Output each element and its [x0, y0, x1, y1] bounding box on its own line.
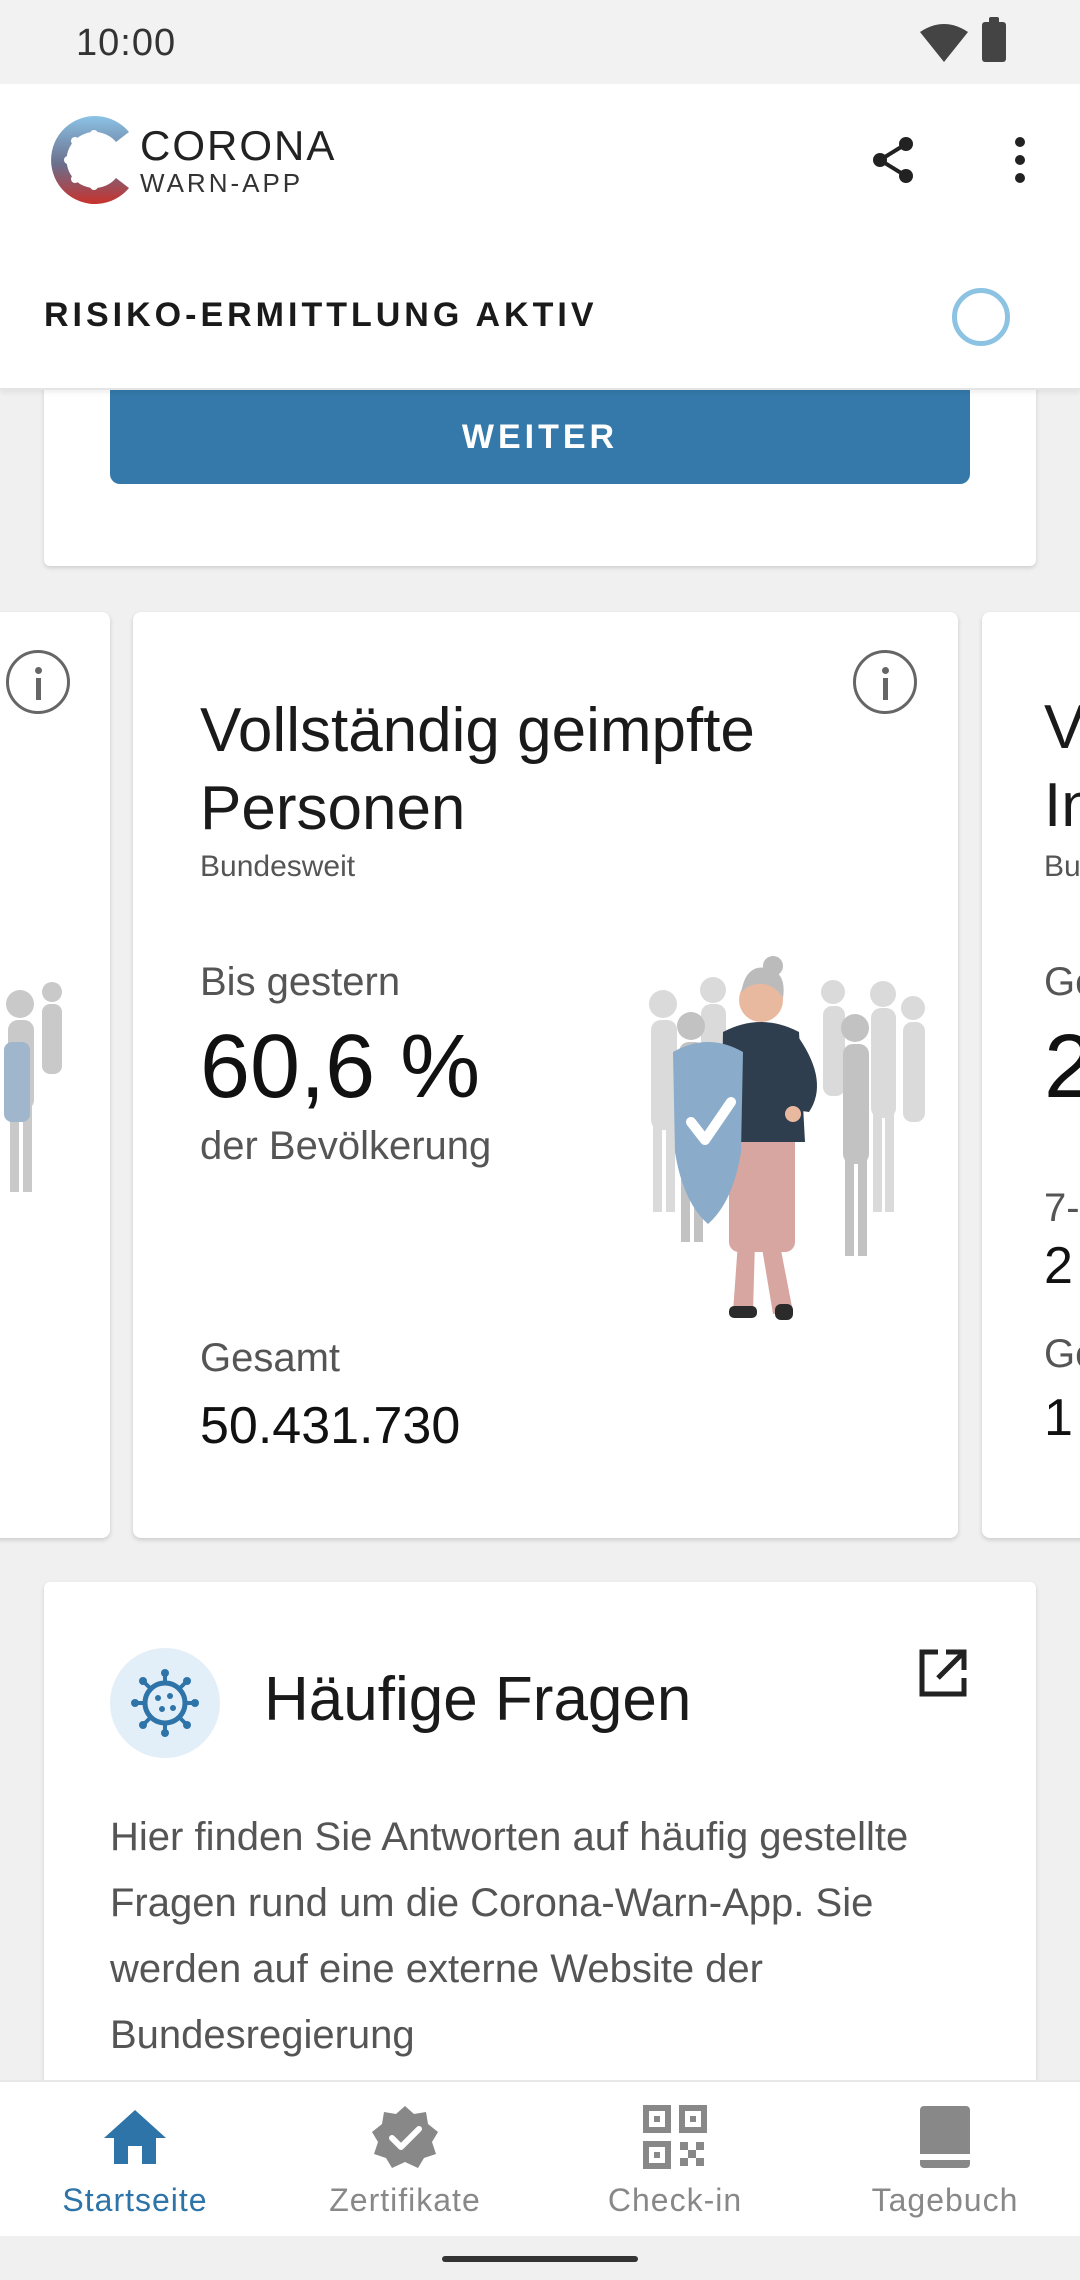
virus-icon — [131, 1669, 199, 1737]
nav-label: Tagebuch — [871, 2182, 1019, 2218]
app-subtitle: WARN-APP — [140, 168, 304, 198]
stat-card-previous[interactable] — [0, 612, 110, 1538]
risk-status-bar[interactable]: RISIKO-ERMITTLUNG AKTIV — [0, 262, 1080, 390]
book-icon — [920, 2106, 970, 2168]
peek-title-line2: In — [1044, 771, 1080, 840]
info-icon[interactable] — [6, 650, 70, 714]
home-gesture-bar[interactable] — [442, 2256, 638, 2262]
nav-label: Startseite — [62, 2182, 208, 2218]
risk-status-label: RISIKO-ERMITTLUNG AKTIV — [44, 296, 598, 334]
vaccinated-person-illustration — [649, 956, 925, 1320]
nav-item-check-in[interactable]: Check-in — [540, 2082, 810, 2238]
stat-scope: Bundesweit — [200, 850, 356, 883]
stat-total-value: 50.431.730 — [200, 1397, 461, 1455]
peek-scope: Bu — [1044, 850, 1080, 883]
nav-item-tagebuch[interactable]: Tagebuch — [810, 2082, 1080, 2238]
loading-ring-icon — [952, 288, 1010, 346]
stat-title: Vollständig geimpfte Personen — [200, 696, 755, 843]
peek-line-e: 1 — [1044, 1389, 1073, 1447]
peek-title-line1: V — [1044, 693, 1080, 762]
stat-period: Bis gestern — [200, 960, 401, 1004]
stat-total-label: Gesamt — [200, 1336, 341, 1380]
qr-code-icon — [643, 2105, 707, 2169]
peek-line-d: Ge — [1044, 1332, 1080, 1376]
app-title: CORONA — [140, 122, 337, 169]
share-icon[interactable] — [868, 134, 918, 186]
external-link-icon[interactable] — [916, 1646, 970, 1700]
status-bar: 10:00 — [0, 0, 1080, 84]
peek-line-c: 2 — [1044, 1237, 1073, 1295]
nav-label: Zertifikate — [329, 2182, 481, 2218]
faq-badge — [110, 1648, 220, 1758]
screen: 10:00 CORONA WARN-APP RISIKO-ERMITTLUNG … — [0, 0, 1080, 2280]
peek-line-b: 7- — [1044, 1186, 1080, 1230]
peek-value: 2 — [1044, 1017, 1080, 1117]
more-options-icon[interactable] — [1000, 134, 1040, 186]
stat-value: 60,6 % — [200, 1017, 481, 1117]
people-illustration-partial — [4, 982, 62, 1192]
battery-icon — [982, 17, 1006, 62]
bottom-navigation: Startseite Zertifikate Check-in Tagebuch — [0, 2080, 1080, 2236]
certificate-icon — [372, 2106, 438, 2168]
faq-body: Hier finden Sie Antworten auf häufig ges… — [110, 1815, 909, 2057]
gesture-area — [0, 2236, 1080, 2280]
stat-card-next[interactable]: V In Bu Ge 2 7- 2 Ge 1 — [982, 612, 1080, 1538]
vaccination-stat-card[interactable]: Vollständig geimpfte Personen Bundesweit… — [133, 612, 958, 1538]
wifi-icon — [920, 24, 968, 62]
nav-item-startseite[interactable]: Startseite — [0, 2082, 270, 2238]
weiter-button[interactable]: WEITER — [110, 390, 970, 484]
nav-label: Check-in — [607, 2182, 743, 2218]
faq-title: Häufige Fragen — [264, 1665, 692, 1734]
stat-unit: der Bevölkerung — [200, 1124, 492, 1168]
corona-warn-app-logo — [51, 116, 129, 204]
status-time: 10:00 — [76, 22, 177, 64]
nav-item-zertifikate[interactable]: Zertifikate — [270, 2082, 540, 2238]
home-icon — [104, 2110, 166, 2164]
peek-line-a: Ge — [1044, 960, 1080, 1004]
